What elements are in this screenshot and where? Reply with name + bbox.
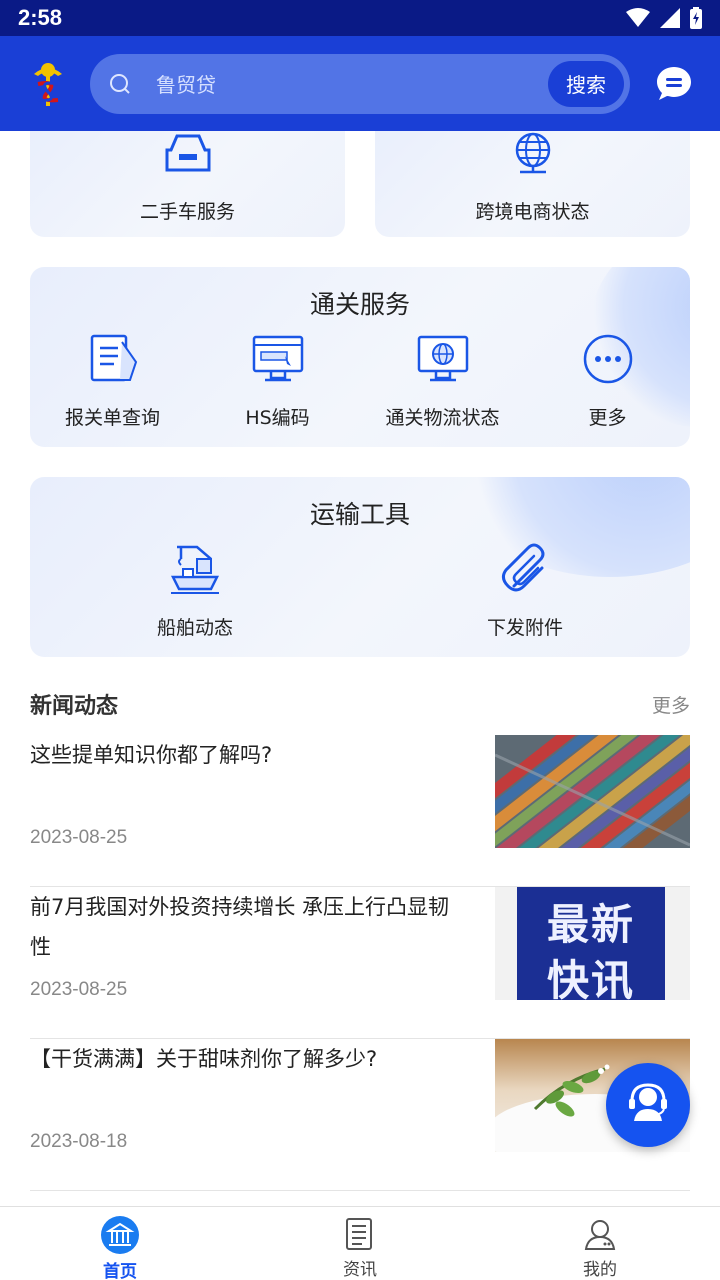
customs-services-title: 通关服务 bbox=[309, 290, 410, 319]
ship-dynamics-item[interactable]: 船舶动态 bbox=[30, 539, 360, 640]
newsflash-text-top: 最新 bbox=[546, 900, 635, 949]
news-more-link[interactable]: 更多 bbox=[652, 691, 690, 718]
status-icons bbox=[626, 7, 702, 29]
news-item-title: 前7月我国对外投资持续增长 承压上行凸显韧性 bbox=[30, 895, 450, 959]
customs-logistics-item[interactable]: 通关物流状态 bbox=[360, 329, 525, 430]
containers-image bbox=[495, 735, 690, 848]
monitor-icon bbox=[248, 329, 308, 389]
paperclip-icon bbox=[495, 539, 555, 599]
declaration-query-label: 报关单查询 bbox=[64, 407, 160, 429]
app-header: 鲁贸贷 搜索 bbox=[0, 36, 720, 131]
search-bar[interactable]: 鲁贸贷 搜索 bbox=[90, 53, 630, 114]
declaration-query-item[interactable]: 报关单查询 bbox=[30, 329, 195, 430]
issue-attachment-item[interactable]: 下发附件 bbox=[360, 539, 690, 640]
document-icon bbox=[83, 329, 143, 389]
tab-profile-label: 我的 bbox=[583, 1260, 617, 1280]
profile-icon bbox=[580, 1215, 620, 1253]
wifi-icon bbox=[626, 8, 650, 27]
news-item[interactable]: 【干货满满】关于甜味剂你了解多少? 2023-08-18 bbox=[30, 1039, 690, 1191]
tab-home-label: 首页 bbox=[103, 1262, 137, 1280]
car-icon bbox=[158, 131, 218, 183]
customs-emblem-logo bbox=[24, 57, 72, 111]
hs-code-label: HS编码 bbox=[245, 407, 310, 429]
transport-tools-card: 运输工具 船舶动态 下发附件 bbox=[30, 477, 690, 657]
transport-tools-title: 运输工具 bbox=[309, 500, 410, 529]
issue-attachment-label: 下发附件 bbox=[486, 617, 563, 639]
home-icon bbox=[100, 1215, 140, 1255]
more-services-item[interactable]: 更多 bbox=[525, 329, 690, 430]
more-icon bbox=[578, 329, 638, 389]
news-item-title: 【干货满满】关于甜味剂你了解多少? bbox=[30, 1047, 378, 1071]
tab-news[interactable]: 资讯 bbox=[240, 1207, 480, 1280]
message-icon[interactable] bbox=[652, 62, 696, 106]
news-item-title: 这些提单知识你都了解吗? bbox=[30, 743, 273, 767]
battery-icon bbox=[690, 7, 702, 29]
hs-code-item[interactable]: HS编码 bbox=[195, 329, 360, 430]
globe-network-icon bbox=[503, 131, 563, 183]
used-car-card[interactable]: 二手车服务 bbox=[30, 131, 345, 237]
search-input[interactable]: 鲁贸贷 bbox=[156, 69, 548, 98]
customer-service-button[interactable] bbox=[606, 1063, 690, 1147]
used-car-label: 二手车服务 bbox=[139, 201, 235, 223]
customs-services-card: 通关服务 报关单查询 HS编码 通关物流状态 更多 bbox=[30, 267, 690, 447]
news-item-date: 2023-08-25 bbox=[30, 979, 128, 1000]
news-section-title: 新闻动态 bbox=[30, 694, 119, 719]
home-content[interactable]: 二手车服务 跨境电商状态 通关服务 报关单查询 HS编码 通关物流状态 更多 运… bbox=[0, 131, 720, 1206]
headset-icon bbox=[624, 1079, 672, 1131]
cross-border-label: 跨境电商状态 bbox=[475, 201, 590, 223]
tab-profile[interactable]: 我的 bbox=[480, 1207, 720, 1280]
cross-border-ecommerce-card[interactable]: 跨境电商状态 bbox=[375, 131, 690, 237]
tab-home[interactable]: 首页 bbox=[0, 1207, 240, 1280]
news-item-date: 2023-08-18 bbox=[30, 1131, 128, 1152]
news-item[interactable]: 这些提单知识你都了解吗? 2023-08-25 bbox=[30, 735, 690, 887]
tab-news-label: 资讯 bbox=[343, 1260, 377, 1280]
monitor-globe-icon bbox=[413, 329, 473, 389]
news-item[interactable]: 前7月我国对外投资持续增长 承压上行凸显韧性 2023-08-25 最新 快讯 bbox=[30, 887, 690, 1039]
news-icon bbox=[340, 1215, 380, 1253]
bottom-tab-bar: 首页 资讯 我的 bbox=[0, 1206, 720, 1280]
signal-icon bbox=[660, 8, 680, 28]
ship-crane-icon bbox=[165, 539, 225, 599]
news-section-header: 新闻动态 更多 bbox=[30, 689, 690, 719]
status-time: 2:58 bbox=[18, 5, 63, 30]
newsflash-image: 最新 快讯 bbox=[495, 887, 690, 1000]
status-bar: 2:58 bbox=[0, 0, 720, 36]
more-services-label: 更多 bbox=[588, 407, 627, 429]
ship-dynamics-label: 船舶动态 bbox=[156, 617, 233, 639]
customs-logistics-label: 通关物流状态 bbox=[385, 407, 500, 429]
search-icon bbox=[106, 70, 134, 98]
search-button[interactable]: 搜索 bbox=[548, 60, 624, 107]
newsflash-text-bottom: 快讯 bbox=[546, 956, 635, 1000]
news-item-date: 2023-08-25 bbox=[30, 827, 128, 848]
